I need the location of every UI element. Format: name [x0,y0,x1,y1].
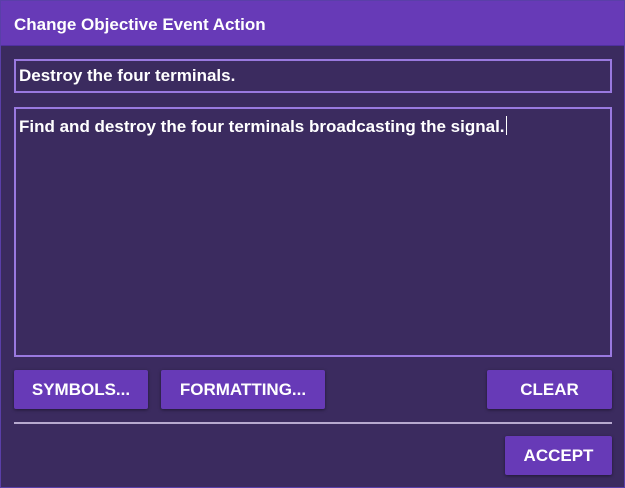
clear-button[interactable]: CLEAR [487,370,612,409]
symbols-button[interactable]: SYMBOLS... [14,370,148,409]
objective-title-text: Destroy the four terminals. [19,66,236,85]
divider [14,422,612,424]
dialog-titlebar: Change Objective Event Action [1,1,624,46]
accept-button[interactable]: ACCEPT [505,436,612,475]
objective-description-text: Find and destroy the four terminals broa… [19,117,505,136]
change-objective-dialog: Change Objective Event Action Destroy th… [0,0,625,488]
dialog-title: Change Objective Event Action [14,15,266,34]
text-cursor [505,116,507,135]
objective-description-textarea[interactable]: Find and destroy the four terminals broa… [14,107,612,357]
objective-title-input[interactable]: Destroy the four terminals. [14,59,612,93]
formatting-button[interactable]: FORMATTING... [161,370,325,409]
